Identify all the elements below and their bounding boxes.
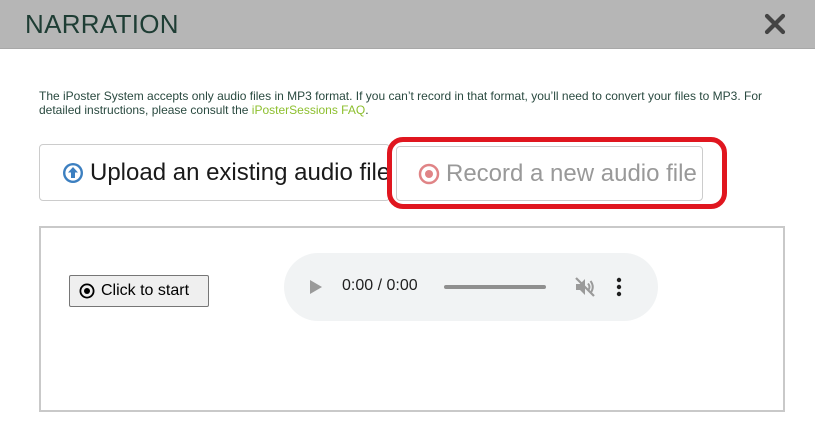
info-text-end: . xyxy=(365,103,369,117)
more-options-icon[interactable] xyxy=(615,276,623,298)
record-circle-icon xyxy=(418,163,440,184)
info-text-body: The iPoster System accepts only audio fi… xyxy=(39,89,762,117)
start-recording-button[interactable]: Click to start xyxy=(69,275,209,307)
info-text: The iPoster System accepts only audio fi… xyxy=(39,89,779,117)
play-icon[interactable] xyxy=(309,279,323,295)
audio-player[interactable]: 0:00 / 0:00 xyxy=(284,253,658,321)
modal-title: NARRATION xyxy=(25,9,179,39)
upload-circle-icon xyxy=(63,162,83,183)
faq-link[interactable]: iPosterSessions FAQ xyxy=(252,103,365,117)
modal-body: The iPoster System accepts only audio fi… xyxy=(0,50,815,434)
tab-upload-label: Upload an existing audio file xyxy=(90,158,391,186)
modal-header: NARRATION xyxy=(0,0,815,49)
volume-muted-icon[interactable] xyxy=(573,276,597,298)
tab-upload-audio[interactable]: Upload an existing audio file xyxy=(39,144,390,201)
tab-record-audio[interactable]: Record a new audio file xyxy=(396,146,703,201)
time-display: 0:00 / 0:00 xyxy=(342,277,418,294)
start-recording-label: Click to start xyxy=(101,282,190,299)
record-panel: Click to start 0:00 / 0:00 xyxy=(39,226,785,412)
tab-record-label: Record a new audio file xyxy=(446,159,697,187)
progress-slider[interactable] xyxy=(444,285,546,289)
close-icon[interactable] xyxy=(763,12,787,36)
record-dot-icon xyxy=(79,283,95,299)
